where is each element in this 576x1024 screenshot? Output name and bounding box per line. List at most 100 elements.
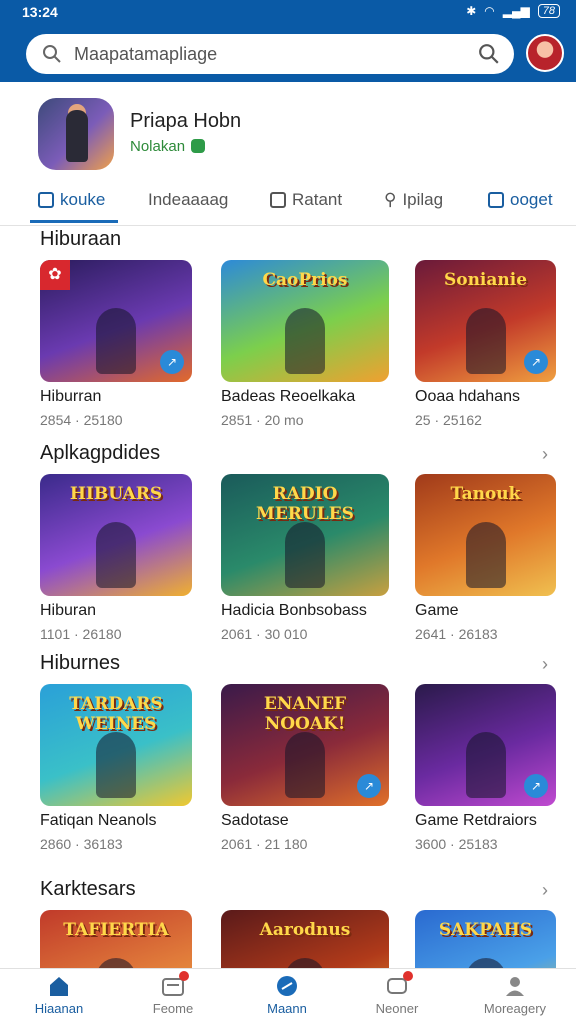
- battery-icon: 78: [537, 4, 560, 18]
- library-icon: [161, 971, 189, 997]
- nav-neoner[interactable]: Neoner: [352, 971, 442, 1016]
- section-title: Hiburnes: [40, 652, 121, 674]
- app-art-title: Tanouk: [450, 484, 521, 504]
- chevron-right-icon[interactable]: ›: [542, 880, 548, 901]
- app-art-title: SAKPAHS: [438, 920, 533, 940]
- user-avatar[interactable]: [526, 34, 564, 72]
- nav-moreagery[interactable]: Moreagery: [470, 975, 560, 1016]
- app-badge-icon: ↗: [524, 350, 548, 374]
- app-card[interactable]: ENANEF NOOAK! ↗: [221, 684, 389, 806]
- notification-dot: [179, 971, 189, 981]
- app-name[interactable]: Badeas Reoelkaka: [221, 388, 355, 406]
- profile-avatar[interactable]: [38, 98, 114, 170]
- tab-label: kouke: [60, 190, 106, 209]
- bottom-nav: Hiaanan Feome Maann Neoner Moreagery: [0, 968, 576, 1024]
- verified-icon: [191, 139, 206, 153]
- app-card[interactable]: RADIO MERULES: [221, 474, 389, 596]
- app-art-title: TAFIERTIA: [63, 920, 169, 940]
- app-artwork: [96, 732, 136, 798]
- app-name[interactable]: Game Retdraiors: [415, 812, 537, 830]
- mute-icon: ✱: [466, 4, 477, 18]
- search-icon: [42, 44, 62, 69]
- search-bar[interactable]: Maapatamapliage: [26, 34, 514, 74]
- app-art-title: Sonianie: [443, 270, 528, 290]
- list-icon: [270, 192, 286, 208]
- app-artwork: [285, 522, 325, 588]
- app-name[interactable]: Game: [415, 602, 459, 620]
- nav-home[interactable]: Hiaanan: [14, 975, 104, 1016]
- nav-label: Neoner: [375, 1001, 419, 1016]
- tab-bar: kouke Indeaaaag Ratant ⚲ Ipilag ooget: [0, 180, 576, 226]
- app-card[interactable]: ✿ ↗: [40, 260, 192, 382]
- search-input[interactable]: Maapatamapliage: [74, 44, 217, 65]
- app-name[interactable]: Sadotase: [221, 812, 289, 830]
- app-artwork: [465, 732, 506, 798]
- app-name[interactable]: Fatiqan Neanols: [40, 812, 157, 830]
- app-card[interactable]: TARDARS WEINES: [40, 684, 192, 806]
- nav-maann[interactable]: Maann: [242, 975, 332, 1016]
- app-meta: 2851 · 20 mo: [221, 412, 304, 428]
- nav-label: Hiaanan: [34, 1001, 84, 1016]
- home-icon: [47, 975, 71, 997]
- nav-label: Moreagery: [483, 1001, 547, 1016]
- app-card[interactable]: Sonianie ↗: [415, 260, 556, 382]
- active-tab-indicator: [30, 220, 118, 223]
- nav-label: Feome: [152, 1001, 194, 1016]
- app-name[interactable]: Ooaa hdahans: [415, 388, 520, 406]
- app-art-title: ENANEF NOOAK!: [263, 694, 347, 734]
- search-submit-icon[interactable]: [478, 43, 500, 70]
- app-name[interactable]: Hadicia Bonbsobass: [221, 602, 367, 620]
- tab-ooget[interactable]: ooget: [488, 190, 553, 210]
- app-card[interactable]: HIBUARS: [40, 474, 192, 596]
- app-name[interactable]: Hiburran: [40, 388, 101, 406]
- app-meta: 2641 · 26183: [415, 626, 498, 642]
- app-meta: 1101 · 26180: [40, 626, 122, 642]
- app-badge-icon: ↗: [160, 350, 184, 374]
- avatar-figure: [66, 110, 88, 162]
- app-meta: 3600 · 25183: [415, 836, 498, 852]
- tab-ipilag[interactable]: ⚲ Ipilag: [384, 190, 443, 210]
- section-title: Aplkagpdides: [40, 442, 161, 464]
- app-card[interactable]: ↗: [415, 684, 556, 806]
- app-artwork: [285, 732, 325, 798]
- status-bar: 13:24 ✱ ◠ ▂▄▆ 78: [0, 0, 576, 26]
- app-artwork: [96, 522, 136, 588]
- app-art-title: HIBUARS: [69, 484, 163, 504]
- app-badge-icon: ↗: [357, 774, 381, 798]
- app-meta: 2860 · 36183: [40, 836, 123, 852]
- app-artwork: [96, 308, 136, 374]
- search-small-icon: ⚲: [384, 190, 397, 209]
- app-artwork: [285, 308, 325, 374]
- tab-kouke[interactable]: kouke: [38, 190, 105, 210]
- tab-indeaaaag[interactable]: Indeaaaag: [148, 190, 228, 210]
- wifi-icon: ◠: [484, 4, 495, 18]
- app-card[interactable]: CaoPrios: [221, 260, 389, 382]
- nav-label: Maann: [267, 1001, 307, 1016]
- app-meta: 2061 · 21 180: [221, 836, 308, 852]
- signal-icon: ▂▄▆: [502, 4, 530, 18]
- profile-icon: [503, 975, 527, 997]
- section-title: Hiburaan: [40, 228, 122, 250]
- app-meta: 2061 · 30 010: [221, 626, 308, 642]
- tab-label: Indeaaaag: [148, 190, 229, 209]
- tab-ratant[interactable]: Ratant: [270, 190, 342, 210]
- app-meta: 2854 · 25180: [40, 412, 123, 428]
- tab-label: ooget: [510, 190, 553, 209]
- app-card[interactable]: Tanouk: [415, 474, 556, 596]
- edit-icon: [488, 192, 504, 208]
- profile-subtitle-text: Nolakan: [130, 138, 186, 155]
- app-art-title: RADIO MERULES: [256, 484, 354, 524]
- app-tag-icon: ✿: [40, 260, 70, 290]
- app-art-title: TARDARS WEINES: [69, 694, 163, 734]
- app-name[interactable]: Hiburan: [40, 602, 96, 620]
- app-meta: 25 · 25162: [415, 412, 482, 428]
- nav-feome[interactable]: Feome: [128, 971, 218, 1016]
- section-title: Karktesars: [40, 878, 136, 900]
- app-badge-icon: ↗: [524, 774, 548, 798]
- app-art-title: Aarodnus: [259, 920, 351, 940]
- chevron-right-icon[interactable]: ›: [542, 444, 548, 465]
- profile-subtitle: Nolakan: [130, 138, 206, 155]
- top-bar: 13:24 ✱ ◠ ▂▄▆ 78 Maapatamapliage: [0, 0, 576, 82]
- chevron-right-icon[interactable]: ›: [542, 654, 548, 675]
- compass-icon: [275, 975, 299, 997]
